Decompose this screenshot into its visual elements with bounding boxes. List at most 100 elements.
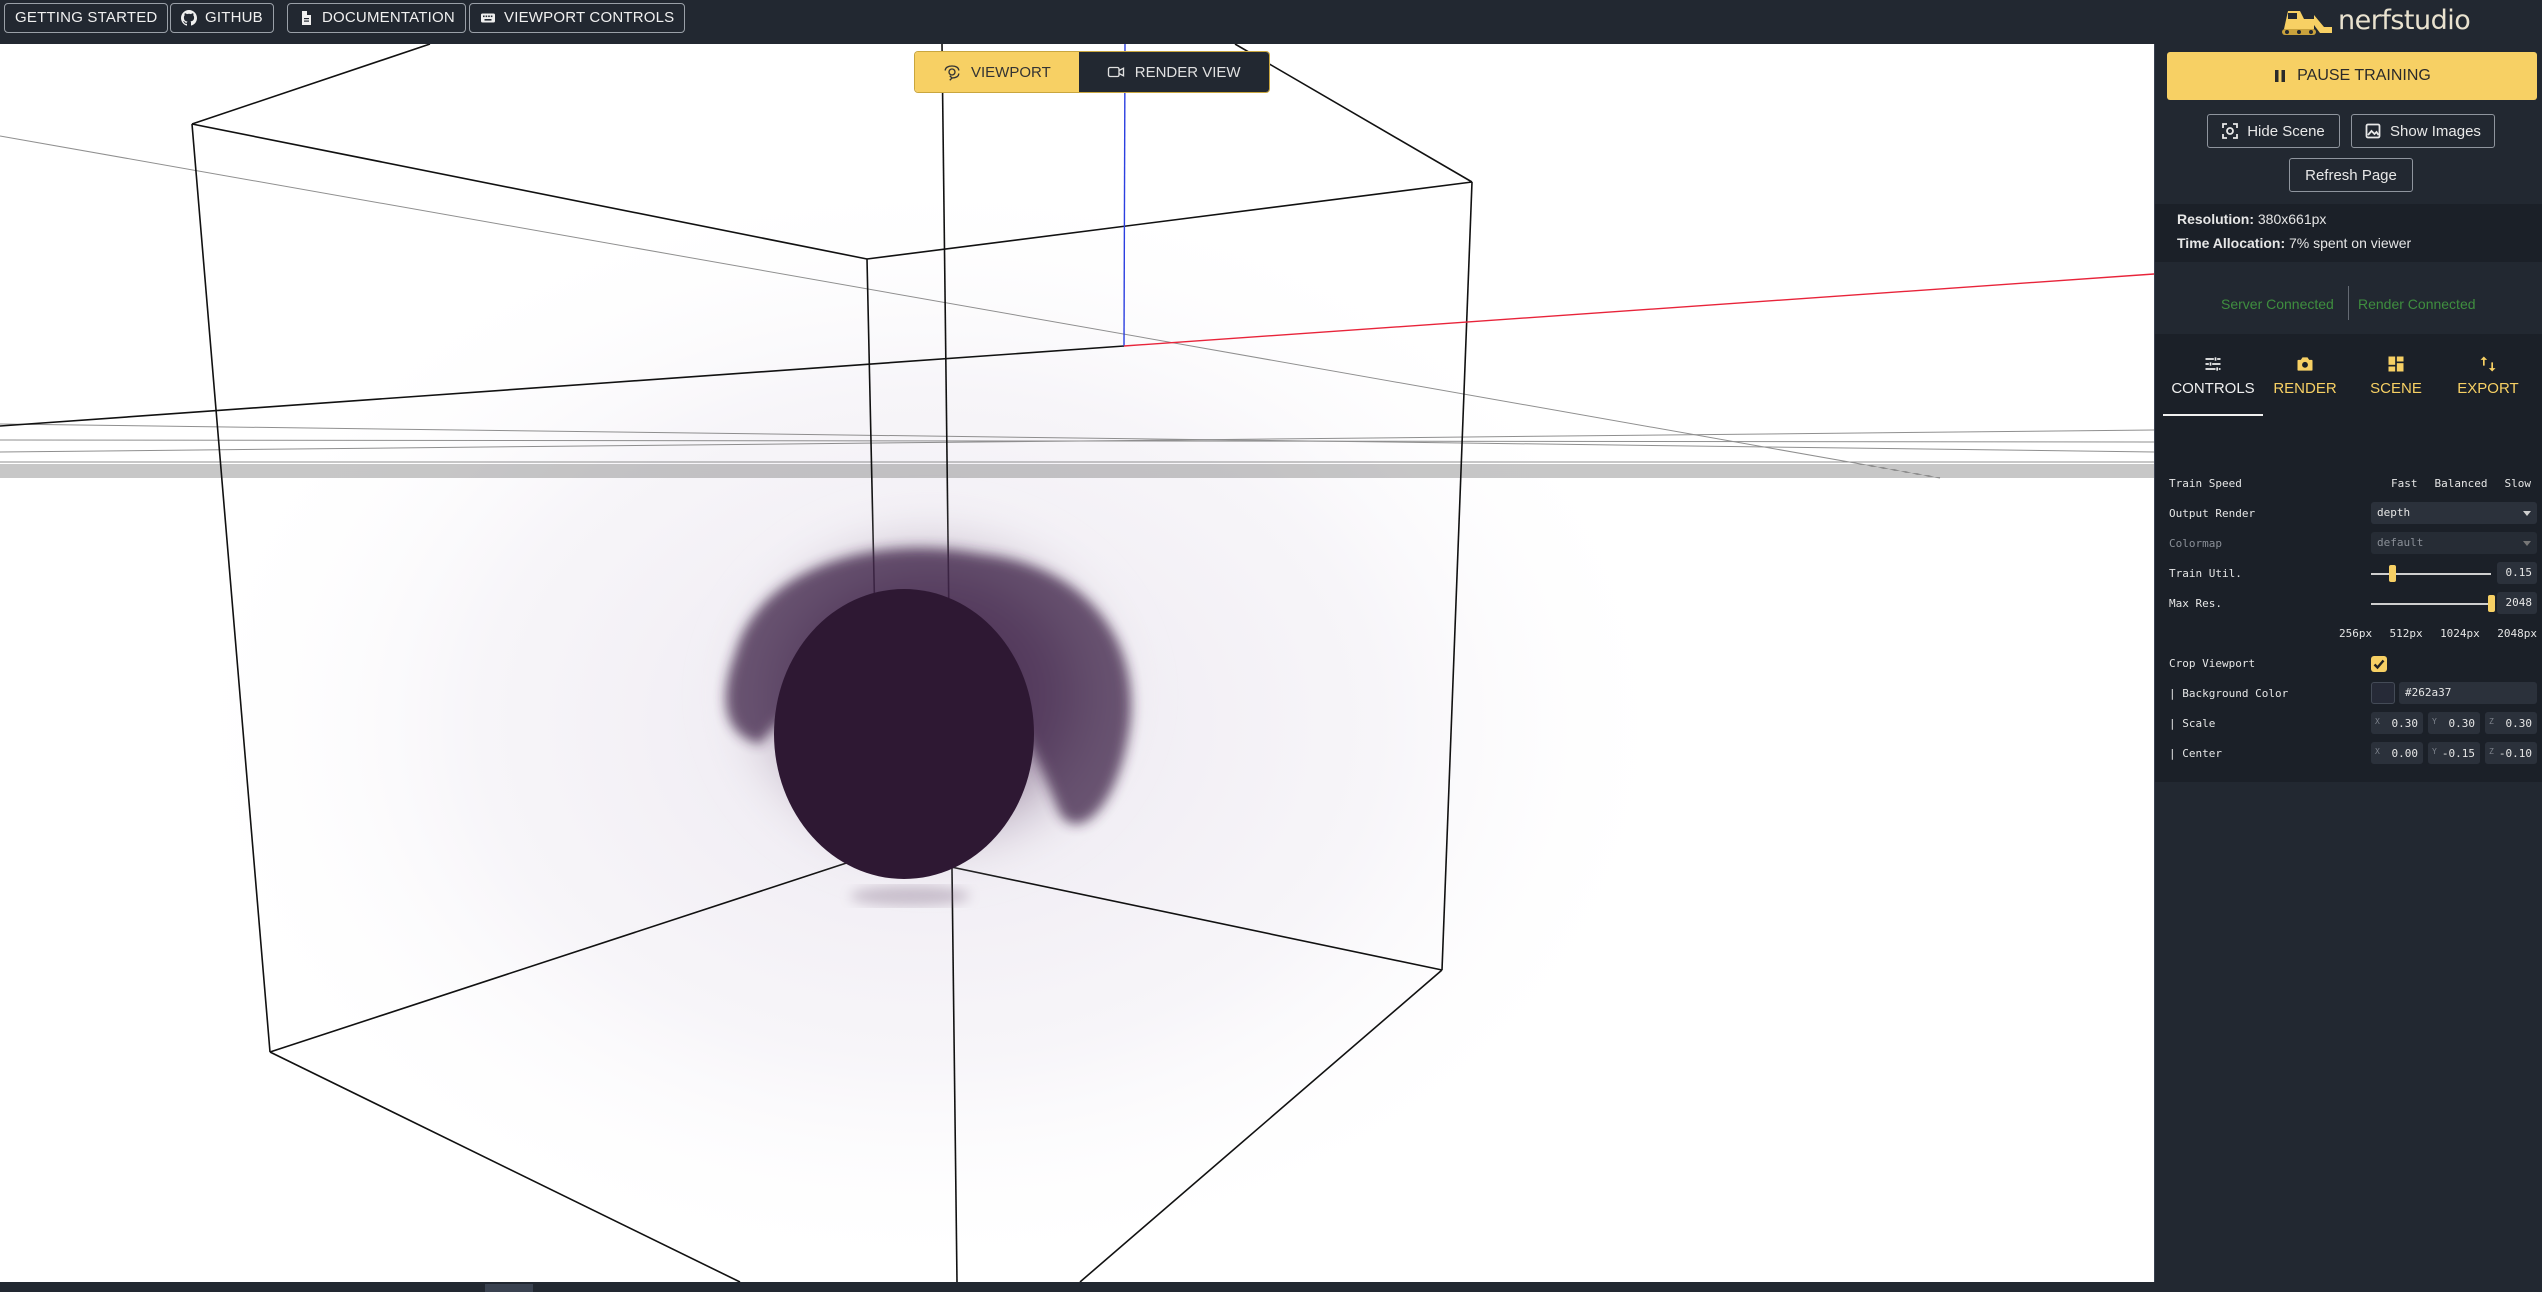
train-speed-options: Fast Balanced Slow <box>2391 477 2531 490</box>
crop-viewport-row: Crop Viewport <box>2169 652 2529 676</box>
scene-focus-icon <box>2222 123 2239 139</box>
center-label: | Center <box>2169 747 2222 760</box>
tab-scene[interactable]: SCENE <box>2346 354 2446 414</box>
refresh-page-label: Refresh Page <box>2305 166 2397 184</box>
document-icon <box>302 11 311 25</box>
scale-y-input[interactable]: Y 0.30 <box>2428 712 2480 734</box>
nerfstudio-logo[interactable]: nerfstudio <box>2280 2 2471 38</box>
time-allocation-label: Time Allocation: <box>2177 235 2286 251</box>
render-connected-status: Render Connected <box>2358 296 2476 312</box>
center-row: | Center X 0.00 Y -0.15 Z -0.10 <box>2169 742 2537 766</box>
output-render-label: Output Render <box>2169 507 2256 520</box>
train-speed-slow[interactable]: Slow <box>2504 477 2531 490</box>
colormap-row: Colormap default <box>2169 532 2537 556</box>
tab-export[interactable]: EXPORT <box>2438 354 2538 414</box>
max-res-row: Max Res. 2048 <box>2169 592 2537 616</box>
max-res-ticks: 256px 512px 1024px 2048px <box>2339 627 2537 640</box>
max-res-tick: 256px <box>2339 627 2373 640</box>
train-util-label: Train Util. <box>2169 567 2242 580</box>
pause-training-label: PAUSE TRAINING <box>2297 67 2431 84</box>
train-util-slider-thumb[interactable] <box>2389 565 2396 582</box>
github-label: GITHUB <box>205 9 263 26</box>
train-util-input[interactable]: 0.15 <box>2497 562 2537 584</box>
pause-icon <box>2275 70 2286 82</box>
top-navigation-bar: GETTING STARTED GITHUB DOCUMENTATION VIE… <box>0 0 2542 45</box>
colormap-select[interactable]: default <box>2371 532 2537 554</box>
max-res-ticks-row: 256px 512px 1024px 2048px <box>2169 622 2537 646</box>
refresh-page-button[interactable]: Refresh Page <box>2289 158 2413 192</box>
center-y-input[interactable]: Y -0.15 <box>2428 742 2480 764</box>
viewport-tab[interactable]: VIEWPORT <box>915 52 1079 92</box>
bottom-scrollbar[interactable] <box>0 1282 2542 1292</box>
center-z-value: -0.10 <box>2498 747 2532 760</box>
time-allocation-value: 7% spent on viewer <box>2289 235 2412 251</box>
documentation-label: DOCUMENTATION <box>322 9 455 26</box>
tab-export-label: EXPORT <box>2457 380 2519 397</box>
resolution-value: 380x661px <box>2257 211 2327 227</box>
center-x-input[interactable]: X 0.00 <box>2371 742 2423 764</box>
show-images-label: Show Images <box>2390 122 2481 140</box>
output-render-select[interactable]: depth <box>2371 502 2537 524</box>
colormap-label: Colormap <box>2169 537 2222 550</box>
train-speed-balanced[interactable]: Balanced <box>2435 477 2488 490</box>
360-view-icon <box>944 65 960 81</box>
time-allocation-stat: Time Allocation: 7% spent on viewer <box>2177 235 2411 251</box>
max-res-label: Max Res. <box>2169 597 2222 610</box>
center-x-value: 0.00 <box>2391 747 2419 760</box>
sliders-icon <box>2205 357 2221 371</box>
stats-box: Resolution: 380x661px Time Allocation: 7… <box>2155 204 2542 262</box>
max-res-slider-track[interactable] <box>2371 603 2491 605</box>
background-color-label: | Background Color <box>2169 687 2289 700</box>
resolution-label: Resolution: <box>2177 211 2254 227</box>
image-icon <box>2365 123 2381 139</box>
connection-status: Server Connected Render Connected <box>2155 284 2542 322</box>
camera-icon <box>2297 357 2313 371</box>
scale-row: | Scale X 0.30 Y 0.30 Z 0.30 <box>2169 712 2537 736</box>
github-button[interactable]: GITHUB <box>170 3 274 33</box>
background-color-row: | Background Color #262a37 <box>2169 682 2537 706</box>
train-util-value: 0.15 <box>2505 566 2533 579</box>
checkmark-icon <box>2373 659 2385 670</box>
panel-tabs: CONTROLS RENDER SCENE EXPORT <box>2155 334 2542 452</box>
3d-viewport[interactable]: VIEWPORT RENDER VIEW <box>0 44 2154 1282</box>
keyboard-icon <box>481 13 495 23</box>
max-res-tick: 512px <box>2389 627 2423 640</box>
background-color-value: #262a37 <box>2405 686 2452 699</box>
train-speed-label: Train Speed <box>2169 477 2242 490</box>
colormap-value: default <box>2377 536 2424 549</box>
background-color-swatch[interactable] <box>2371 682 2395 704</box>
render-view-tab[interactable]: RENDER VIEW <box>1078 52 1269 92</box>
getting-started-button[interactable]: GETTING STARTED <box>4 3 169 33</box>
max-res-input[interactable]: 2048 <box>2497 592 2537 614</box>
background-color-input[interactable]: #262a37 <box>2399 682 2537 704</box>
pause-training-button[interactable]: PAUSE TRAINING <box>2167 52 2537 100</box>
max-res-slider-thumb[interactable] <box>2488 595 2495 612</box>
train-speed-fast[interactable]: Fast <box>2391 477 2418 490</box>
tab-controls[interactable]: CONTROLS <box>2163 354 2263 416</box>
scene-canvas[interactable] <box>0 44 2154 1282</box>
server-connected-status: Server Connected <box>2221 296 2334 312</box>
scale-x-value: 0.30 <box>2391 717 2419 730</box>
hide-scene-button[interactable]: Hide Scene <box>2207 114 2340 148</box>
scrollbar-thumb[interactable] <box>485 1284 533 1292</box>
documentation-button[interactable]: DOCUMENTATION <box>287 3 466 33</box>
logo-text: nerfstudio <box>2338 4 2471 36</box>
scale-x-input[interactable]: X 0.30 <box>2371 712 2423 734</box>
crop-viewport-label: Crop Viewport <box>2169 657 2256 670</box>
render-view-tab-label: RENDER VIEW <box>1134 63 1241 81</box>
show-images-button[interactable]: Show Images <box>2351 114 2495 148</box>
github-icon <box>181 10 197 26</box>
crop-viewport-checkbox[interactable] <box>2371 656 2387 672</box>
center-y-value: -0.15 <box>2441 747 2475 760</box>
center-z-input[interactable]: Z -0.10 <box>2485 742 2537 764</box>
scale-z-input[interactable]: Z 0.30 <box>2485 712 2537 734</box>
tab-controls-label: CONTROLS <box>2171 380 2255 397</box>
scale-label: | Scale <box>2169 717 2216 730</box>
output-render-row: Output Render depth <box>2169 502 2537 526</box>
tab-render[interactable]: RENDER <box>2255 354 2355 414</box>
viewport-controls-button[interactable]: VIEWPORT CONTROLS <box>469 3 686 33</box>
train-speed-row: Train Speed Fast Balanced Slow <box>2169 472 2531 496</box>
getting-started-label: GETTING STARTED <box>15 9 158 26</box>
output-render-value: depth <box>2377 506 2411 519</box>
chevron-down-icon <box>2523 541 2531 546</box>
